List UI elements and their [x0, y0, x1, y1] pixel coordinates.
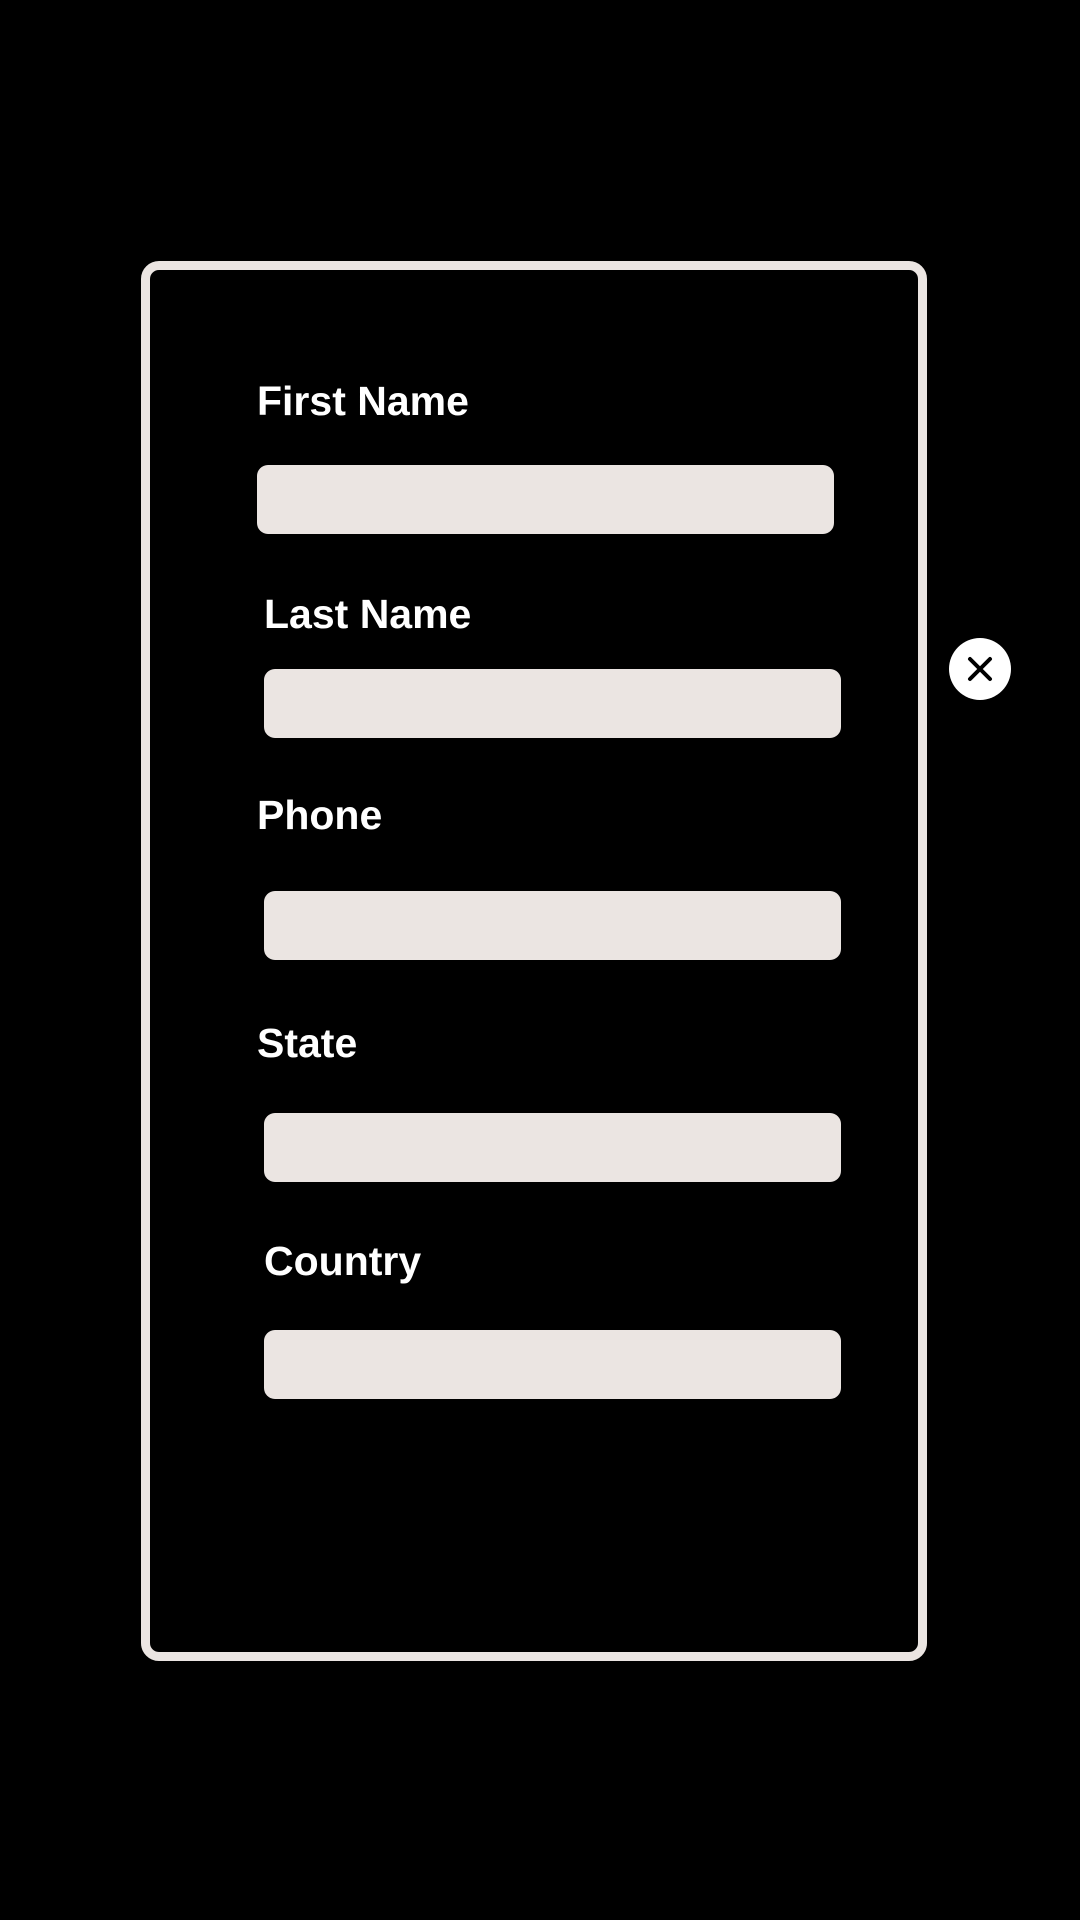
first-name-label: First Name [257, 378, 469, 424]
phone-field[interactable] [264, 891, 841, 960]
close-icon [966, 655, 994, 683]
last-name-field[interactable] [264, 669, 841, 738]
first-name-field[interactable] [257, 465, 834, 534]
state-label: State [257, 1020, 358, 1066]
phone-label: Phone [257, 792, 383, 838]
last-name-label: Last Name [264, 591, 472, 637]
close-button[interactable] [949, 638, 1011, 700]
state-field[interactable] [264, 1113, 841, 1182]
country-field[interactable] [264, 1330, 841, 1399]
country-label: Country [264, 1238, 422, 1284]
